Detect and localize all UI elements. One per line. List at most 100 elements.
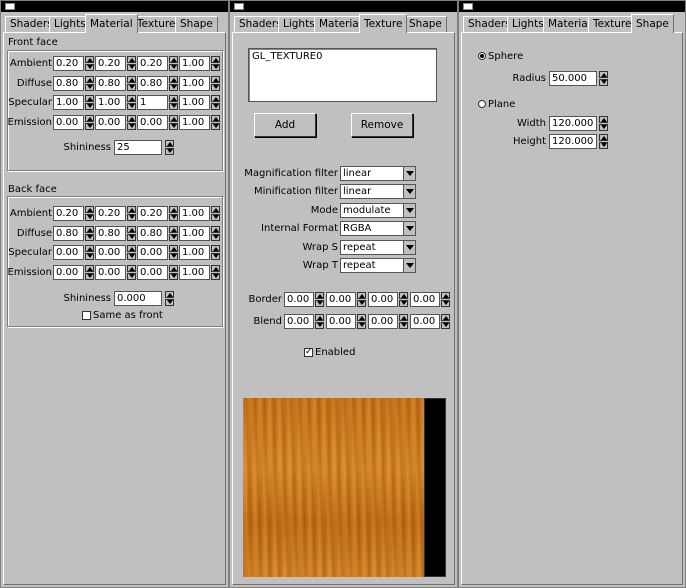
spin-down-icon[interactable] <box>127 233 136 241</box>
spin-down-icon[interactable] <box>357 300 366 307</box>
spin-up-icon[interactable] <box>169 264 178 272</box>
spin-up-icon[interactable] <box>211 264 220 272</box>
back-ambient-input[interactable]: 0.20 <box>95 206 126 221</box>
back-ambient-spinner[interactable] <box>169 206 178 221</box>
spin-up-icon[interactable] <box>165 140 174 147</box>
back-specular-spinner[interactable] <box>85 245 94 260</box>
front-specular-spinner[interactable] <box>127 95 136 110</box>
mode-select[interactable]: modulate <box>340 202 416 218</box>
radius-spinner[interactable] <box>599 71 608 86</box>
blend-spinner[interactable] <box>399 314 408 329</box>
back-specular-spinner[interactable] <box>127 245 136 260</box>
radius-input[interactable]: 50.000 <box>549 71 597 86</box>
front-specular-input[interactable]: 1.00 <box>53 95 84 110</box>
spin-up-icon[interactable] <box>357 292 366 299</box>
spin-down-icon[interactable] <box>165 148 174 155</box>
spin-down-icon[interactable] <box>127 83 136 91</box>
back-ambient-input[interactable]: 0.20 <box>53 206 84 221</box>
back-diffuse-input[interactable]: 0.80 <box>53 225 84 241</box>
border-spinner[interactable] <box>399 292 408 307</box>
front-diffuse-spinner[interactable] <box>127 75 136 91</box>
chevron-down-icon[interactable] <box>403 185 415 199</box>
blend-input[interactable]: 0.00 <box>368 314 398 329</box>
back-shininess-spinner[interactable] <box>165 291 174 306</box>
add-texture-button[interactable]: Add <box>254 113 316 137</box>
spin-up-icon[interactable] <box>127 245 136 252</box>
spin-down-icon[interactable] <box>211 64 220 71</box>
spin-up-icon[interactable] <box>169 56 178 63</box>
spin-down-icon[interactable] <box>211 122 220 130</box>
front-ambient-input[interactable]: 0.20 <box>95 56 126 71</box>
front-ambient-input[interactable]: 0.20 <box>53 56 84 71</box>
same-as-front-checkbox[interactable] <box>82 311 91 320</box>
back-ambient-spinner[interactable] <box>85 206 94 221</box>
spin-down-icon[interactable] <box>85 83 94 91</box>
chevron-down-icon[interactable] <box>403 240 415 254</box>
border-input[interactable]: 0.00 <box>284 292 314 307</box>
spin-up-icon[interactable] <box>85 75 94 83</box>
front-specular-spinner[interactable] <box>169 95 178 110</box>
spin-down-icon[interactable] <box>599 79 608 86</box>
spin-up-icon[interactable] <box>399 314 408 321</box>
back-diffuse-input[interactable]: 1.00 <box>179 225 210 241</box>
window-menu-button[interactable] <box>234 3 244 10</box>
spin-up-icon[interactable] <box>211 245 220 252</box>
back-emission-input[interactable]: 1.00 <box>179 264 210 280</box>
spin-down-icon[interactable] <box>315 300 324 307</box>
back-specular-spinner[interactable] <box>211 245 220 260</box>
blend-spinner[interactable] <box>357 314 366 329</box>
spin-up-icon[interactable] <box>165 291 174 298</box>
spin-down-icon[interactable] <box>85 214 94 221</box>
border-input[interactable]: 0.00 <box>410 292 440 307</box>
wrap-s-select[interactable]: repeat <box>340 239 416 255</box>
spin-down-icon[interactable] <box>211 233 220 241</box>
blend-spinner[interactable] <box>315 314 324 329</box>
spin-down-icon[interactable] <box>127 253 136 260</box>
front-emission-spinner[interactable] <box>169 114 178 130</box>
back-shininess-input[interactable]: 0.000 <box>114 291 162 306</box>
chevron-down-icon[interactable] <box>403 167 415 180</box>
back-specular-input[interactable]: 0.00 <box>95 245 126 260</box>
front-shininess-input[interactable]: 25 <box>114 140 162 155</box>
spin-down-icon[interactable] <box>127 272 136 280</box>
spin-down-icon[interactable] <box>169 122 178 130</box>
spin-down-icon[interactable] <box>127 214 136 221</box>
spin-up-icon[interactable] <box>169 206 178 213</box>
spin-up-icon[interactable] <box>127 206 136 213</box>
internal-format-select[interactable]: RGBA <box>340 221 416 237</box>
front-shininess-spinner[interactable] <box>165 140 174 155</box>
spin-up-icon[interactable] <box>127 75 136 83</box>
spin-up-icon[interactable] <box>211 75 220 83</box>
front-ambient-spinner[interactable] <box>211 56 220 71</box>
spin-down-icon[interactable] <box>169 272 178 280</box>
back-emission-spinner[interactable] <box>85 264 94 280</box>
spin-down-icon[interactable] <box>169 64 178 71</box>
tab-shape[interactable]: Shape <box>404 16 447 33</box>
spin-up-icon[interactable] <box>599 71 608 78</box>
back-emission-input[interactable]: 0.00 <box>53 264 84 280</box>
spin-up-icon[interactable] <box>211 56 220 63</box>
back-emission-input[interactable]: 0.00 <box>95 264 126 280</box>
spin-down-icon[interactable] <box>169 83 178 91</box>
back-emission-spinner[interactable] <box>127 264 136 280</box>
spin-down-icon[interactable] <box>441 300 450 307</box>
front-emission-input[interactable]: 1.00 <box>179 114 210 130</box>
front-diffuse-input[interactable]: 0.80 <box>95 75 126 91</box>
back-ambient-input[interactable]: 0.20 <box>137 206 168 221</box>
front-specular-input[interactable]: 1.00 <box>95 95 126 110</box>
back-diffuse-input[interactable]: 0.80 <box>137 225 168 241</box>
texture-list-item[interactable]: GL_TEXTURE0 <box>252 51 433 62</box>
spin-up-icon[interactable] <box>169 75 178 83</box>
spin-up-icon[interactable] <box>169 225 178 233</box>
spin-down-icon[interactable] <box>127 103 136 110</box>
back-specular-input[interactable]: 0.00 <box>137 245 168 260</box>
spin-down-icon[interactable] <box>127 64 136 71</box>
front-emission-input[interactable]: 0.00 <box>137 114 168 130</box>
back-specular-input[interactable]: 0.00 <box>53 245 84 260</box>
spin-up-icon[interactable] <box>211 114 220 122</box>
spin-up-icon[interactable] <box>315 292 324 299</box>
window-menu-button[interactable] <box>5 3 15 10</box>
spin-down-icon[interactable] <box>211 83 220 91</box>
back-ambient-spinner[interactable] <box>211 206 220 221</box>
spin-down-icon[interactable] <box>441 322 450 329</box>
